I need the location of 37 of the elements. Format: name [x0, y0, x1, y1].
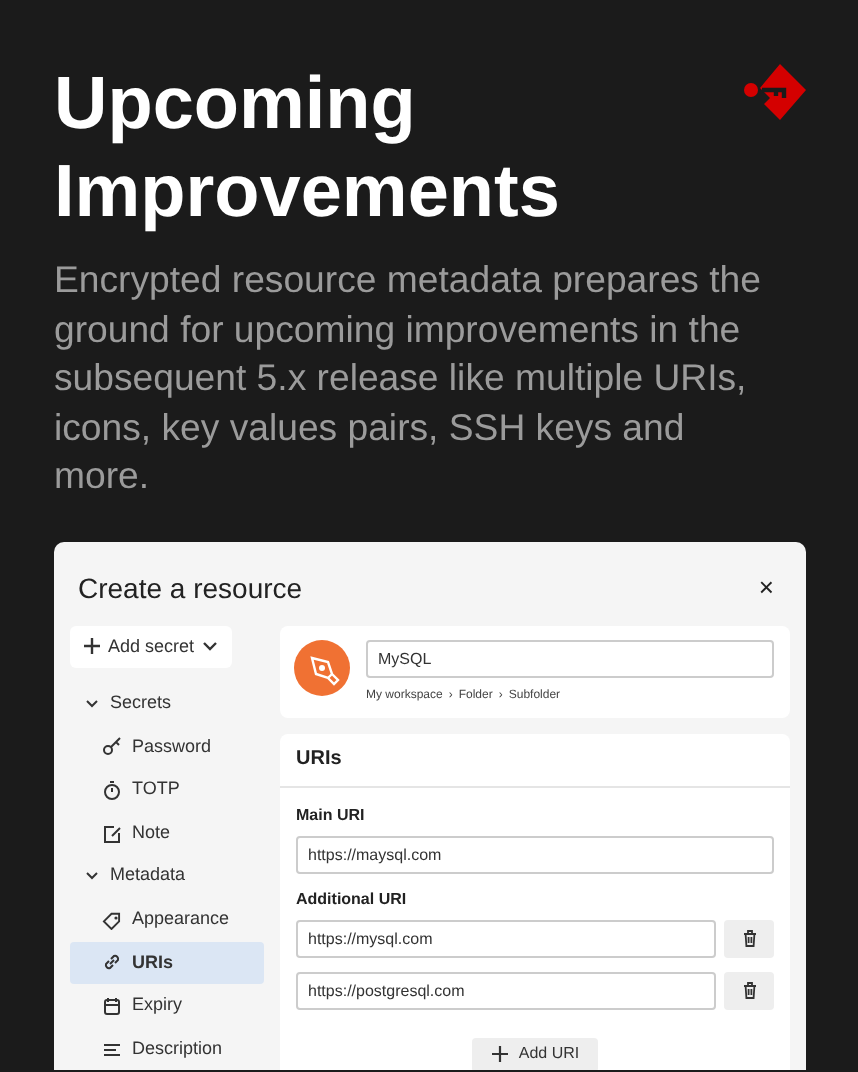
nav-item[interactable]: Expiry	[70, 984, 264, 1028]
stopwatch-icon	[102, 779, 122, 800]
plus-icon	[490, 1044, 511, 1064]
nav-item[interactable]: TOTP	[70, 768, 264, 812]
text-lines-icon	[102, 1039, 122, 1060]
description-text: Encrypted resource metadata prepares the ground for upcoming improvements in the subsequent 5.x release like multiple URIs, icons, key values pairs, SSH keys and more.	[54, 256, 763, 500]
plus-icon	[82, 636, 102, 657]
delete-button[interactable]	[724, 971, 774, 1009]
close-button[interactable]: ×	[742, 568, 790, 608]
nav-item[interactable]: Description	[70, 1027, 264, 1069]
add-uri-button[interactable]: Add URI	[472, 1037, 598, 1069]
calendar-icon	[102, 995, 122, 1016]
logo-icon	[744, 64, 806, 124]
section-heading: URIs	[296, 749, 342, 769]
nav-group[interactable]: Metadata	[70, 854, 264, 898]
uri-field[interactable]: https://mysql.com	[296, 919, 716, 957]
name-field[interactable]: MySQL	[366, 639, 774, 677]
page-title: Upcoming Improvements	[54, 60, 562, 236]
nav-item[interactable]: Password	[70, 725, 264, 769]
tag-icon	[102, 909, 122, 930]
link-icon	[102, 952, 122, 973]
dialog-title: Create a resource	[78, 569, 303, 607]
nav-item[interactable]: Note	[70, 811, 264, 855]
add-secret-button[interactable]: Add secret	[70, 625, 233, 668]
note-icon	[102, 823, 122, 844]
field-label: Additional URI	[296, 889, 409, 909]
key-icon	[102, 736, 122, 757]
nav-item[interactable]: URIs	[70, 941, 264, 985]
trash-icon	[739, 928, 759, 948]
uri-field[interactable]: https://postgresql.com	[296, 971, 716, 1009]
field-label: Main URI	[296, 805, 367, 825]
nav-item[interactable]: Appearance	[70, 897, 264, 942]
uri-field[interactable]: https://maysql.com	[296, 835, 774, 873]
trash-icon	[739, 980, 759, 1000]
nav-group[interactable]: Secrets	[70, 682, 264, 726]
delete-button[interactable]	[724, 919, 774, 957]
pen-nib-icon	[294, 639, 350, 695]
